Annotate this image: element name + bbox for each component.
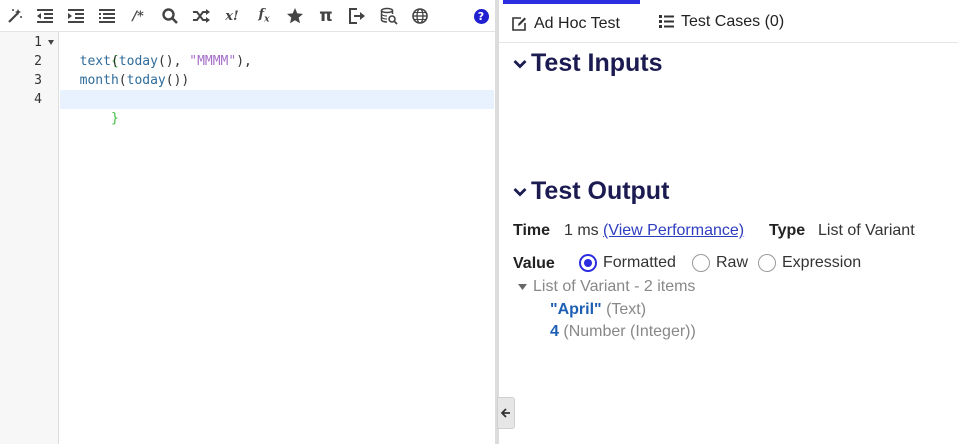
caret-down-icon	[518, 283, 527, 290]
test-tabs: Ad Hoc Test Test Cases (0)	[499, 0, 958, 43]
type-label: Type	[769, 222, 806, 239]
edit-icon	[512, 16, 526, 31]
globe-icon[interactable]	[410, 6, 430, 26]
list-format-icon[interactable]	[97, 6, 117, 26]
test-inputs-header[interactable]: Test Inputs	[513, 49, 662, 78]
code-line: {	[110, 54, 119, 69]
line-number: 2	[34, 54, 42, 69]
editor-toolbar: /* x! fx π ?	[0, 0, 495, 32]
result-item: 4 (Number (Integer))	[550, 323, 696, 340]
database-search-icon[interactable]	[379, 6, 399, 26]
code-line: text(today(), "MMMM"),	[79, 54, 252, 69]
result-tree-root[interactable]: List of Variant - 2 items	[518, 278, 695, 296]
radio-formatted[interactable]: Formatted	[579, 254, 676, 272]
error-check-icon[interactable]: x!	[222, 6, 242, 26]
radio-expression[interactable]: Expression	[758, 254, 861, 272]
help-icon[interactable]: ?	[471, 6, 491, 26]
test-output-header[interactable]: Test Output	[513, 177, 669, 206]
radio-circle	[692, 254, 710, 272]
format-wand-icon[interactable]	[5, 6, 25, 26]
line-number: 3	[34, 73, 42, 88]
fold-arrow-icon[interactable]	[48, 40, 54, 45]
radio-circle-selected	[579, 254, 597, 272]
comment-icon[interactable]: /*	[128, 6, 148, 26]
star-icon[interactable]	[285, 6, 305, 26]
result-item: "April" (Text)	[550, 301, 647, 318]
indent-icon[interactable]	[66, 6, 86, 26]
tab-test-cases[interactable]: Test Cases (0)	[651, 0, 792, 43]
rule-input-icon[interactable]	[347, 6, 367, 26]
shuffle-icon[interactable]	[191, 6, 211, 26]
outdent-icon[interactable]	[35, 6, 55, 26]
line-number-gutter: 1 2 3 4	[0, 32, 59, 444]
tab-ad-hoc-test[interactable]: Ad Hoc Test	[503, 0, 640, 43]
time-value: 1 ms	[564, 222, 599, 239]
search-icon[interactable]	[160, 6, 180, 26]
type-value: List of Variant	[818, 222, 915, 239]
line-number: 1	[34, 35, 42, 50]
active-line-highlight	[60, 90, 494, 109]
line-number: 4	[34, 92, 42, 107]
code-area[interactable]: { text(today(), "MMMM"), month(today()) …	[60, 32, 495, 444]
function-icon[interactable]: fx	[254, 6, 274, 26]
radio-raw[interactable]: Raw	[692, 254, 748, 272]
code-line: month(today())	[79, 73, 190, 88]
chevron-down-icon	[513, 59, 527, 68]
code-line: }	[110, 111, 119, 126]
value-label: Value	[513, 255, 555, 272]
expression-editor-pane: /* x! fx π ? 1 2 3 4 {text(today(), "MM…	[0, 0, 495, 444]
radio-circle	[758, 254, 776, 272]
view-performance-link[interactable]: (View Performance)	[603, 222, 744, 240]
chevron-down-icon	[513, 187, 527, 196]
test-panel: Ad Hoc Test Test Cases (0) Test Inputs T…	[499, 0, 958, 444]
constant-pi-icon[interactable]: π	[316, 6, 336, 26]
list-icon	[659, 15, 674, 28]
time-label: Time	[513, 222, 551, 239]
